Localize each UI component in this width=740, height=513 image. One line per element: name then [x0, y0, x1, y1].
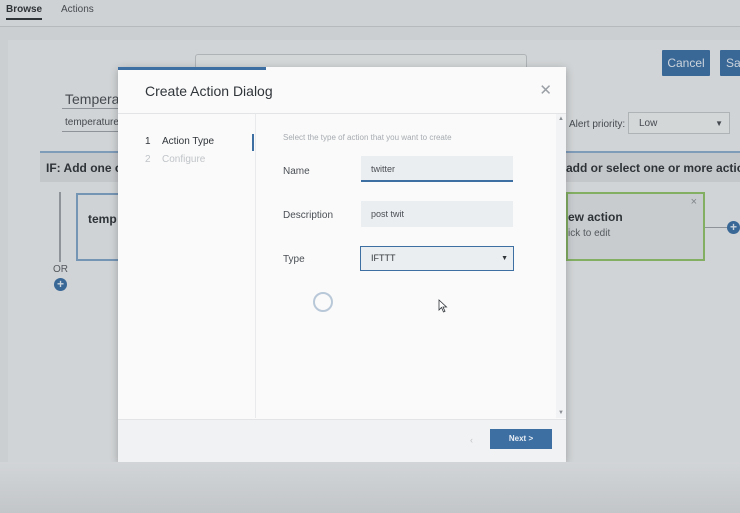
instruction-text: Select the type of action that you want …: [283, 133, 452, 142]
loading-spinner-icon: [313, 292, 333, 312]
step-configure[interactable]: 2 Configure: [145, 154, 205, 165]
next-button[interactable]: Next >: [490, 429, 552, 449]
dialog-footer: ‹ Next >: [118, 419, 566, 463]
mouse-pointer-icon: [438, 299, 448, 313]
description-label: Description: [283, 210, 334, 221]
step-number: 2: [145, 154, 151, 165]
dialog-progress-strip: [118, 67, 266, 70]
step-action-type[interactable]: 1 Action Type: [145, 136, 214, 147]
type-label: Type: [283, 254, 305, 265]
description-input[interactable]: post twit: [361, 201, 513, 227]
dialog-scrollbar[interactable]: ▲ ▼: [556, 114, 566, 418]
wizard-steps: 1 Action Type 2 Configure: [118, 114, 256, 418]
dialog-content: Select the type of action that you want …: [256, 114, 556, 418]
step-label: Configure: [162, 154, 206, 165]
bottom-area: [0, 462, 740, 513]
name-input[interactable]: twitter: [361, 156, 513, 182]
dialog-title: Create Action Dialog: [145, 83, 273, 99]
step-label: Action Type: [162, 136, 215, 147]
create-action-dialog: Create Action Dialog ✕ 1 Action Type 2 Con…: [118, 67, 566, 463]
type-select-value: IFTTT: [371, 253, 396, 263]
active-step-indicator: [252, 134, 254, 151]
scroll-up-icon[interactable]: ▲: [558, 116, 564, 122]
name-label: Name: [283, 166, 310, 177]
close-icon[interactable]: ✕: [539, 81, 552, 99]
scroll-down-icon[interactable]: ▼: [558, 410, 564, 416]
dialog-header: Create Action Dialog ✕: [118, 67, 566, 114]
type-select[interactable]: IFTTT ▼: [360, 246, 514, 271]
step-number: 1: [145, 136, 151, 147]
back-button[interactable]: ‹: [470, 435, 473, 445]
chevron-down-icon: ▼: [501, 255, 508, 262]
